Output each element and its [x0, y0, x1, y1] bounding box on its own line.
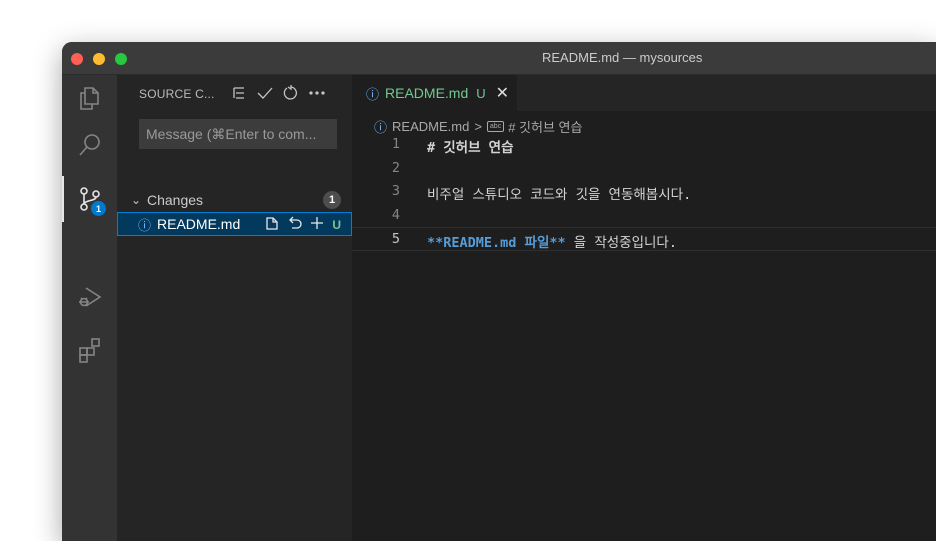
tree-view-button[interactable]: [231, 84, 247, 102]
more-actions-button[interactable]: [309, 84, 325, 102]
explorer-button[interactable]: [62, 75, 117, 121]
sidebar-title: SOURCE C...: [139, 87, 215, 101]
activity-bar: 1: [62, 75, 117, 541]
code-editor[interactable]: 1 # 깃허브 연습 2 3 비주얼 스튜디오 코드와 깃을 연동해봅시다. 4…: [352, 133, 936, 251]
window-title: README.md — mysources: [542, 50, 703, 65]
run-debug-icon: [78, 287, 101, 307]
tree-view-icon: [233, 87, 244, 99]
stage-changes-button[interactable]: [310, 216, 324, 233]
info-icon: ⓘ: [366, 86, 380, 102]
bold-text: **README.md 파일**: [427, 235, 566, 251]
commit-message-input[interactable]: [139, 119, 337, 149]
close-tab-icon[interactable]: ✕: [496, 83, 509, 103]
breadcrumb-file[interactable]: README.md: [392, 119, 469, 134]
search-button[interactable]: [62, 122, 117, 168]
untracked-status: U: [332, 217, 341, 232]
editor-tabs: ⓘ README.md U ✕: [352, 75, 936, 111]
sidebar-actions: [231, 84, 325, 102]
line-number: 2: [391, 159, 400, 176]
open-file-icon: [266, 217, 278, 230]
open-file-button[interactable]: [264, 215, 280, 234]
vscode-window: README.md — mysources 1 SOURCE C... Mess…: [62, 42, 936, 541]
active-indicator: [62, 176, 64, 222]
extensions-button[interactable]: [62, 327, 117, 373]
line-number: 5: [391, 231, 400, 247]
changes-count-badge: 1: [323, 191, 341, 209]
scm-badge: 1: [91, 201, 106, 216]
search-icon: [78, 134, 100, 156]
chevron-down-icon: ⌄: [131, 193, 142, 207]
breadcrumb-separator: >: [474, 119, 482, 134]
changes-group[interactable]: ⌄ Changes 1: [131, 189, 341, 211]
changed-file-name: README.md: [157, 216, 241, 232]
source-control-sidebar: SOURCE C... ⌄ Changes 1 ⓘ README.md: [117, 75, 352, 541]
more-icon: [309, 91, 325, 95]
tab-label: README.md: [385, 85, 469, 101]
commit-check-icon: [257, 87, 273, 99]
code-line: 1 # 깃허브 연습: [352, 133, 936, 157]
changes-label: Changes: [147, 192, 204, 208]
info-icon: ⓘ: [138, 217, 152, 233]
plus-icon: [311, 217, 324, 229]
line-text: **README.md 파일** 을 작성중입니다.: [427, 231, 677, 251]
line-text: # 깃허브 연습: [427, 140, 514, 156]
symbol-string-icon: abc: [486, 121, 505, 132]
tab-readme[interactable]: ⓘ README.md U ✕: [352, 75, 517, 111]
plain-text: 을 작성중입니다.: [565, 235, 677, 251]
file-actions: U: [264, 215, 341, 234]
commit-button[interactable]: [257, 84, 273, 102]
tab-status: U: [476, 85, 486, 101]
changed-file-item[interactable]: ⓘ README.md U: [117, 212, 352, 236]
code-line: 2: [352, 157, 936, 181]
editor-area: ⓘ README.md U ✕ ⓘ README.md > abc # 깃허브 …: [352, 75, 936, 541]
source-control-button[interactable]: 1: [62, 176, 117, 222]
refresh-icon: [283, 85, 297, 100]
refresh-button[interactable]: [283, 84, 299, 102]
discard-icon: [289, 216, 302, 229]
line-number: 4: [391, 206, 400, 223]
line-number: 3: [391, 183, 400, 199]
extensions-icon: [78, 338, 100, 363]
line-number: 1: [391, 136, 400, 152]
run-debug-button[interactable]: [62, 274, 117, 320]
code-line: 4: [352, 204, 936, 228]
line-text: 비주얼 스튜디오 코드와 깃을 연동해봅시다.: [427, 187, 692, 203]
code-line: 3 비주얼 스튜디오 코드와 깃을 연동해봅시다.: [352, 180, 936, 204]
current-code-line: 5 **README.md 파일** 을 작성중입니다.: [352, 227, 936, 251]
discard-changes-button[interactable]: [288, 215, 302, 234]
explorer-icon: [79, 87, 99, 110]
title-bar: README.md — mysources: [62, 42, 936, 75]
